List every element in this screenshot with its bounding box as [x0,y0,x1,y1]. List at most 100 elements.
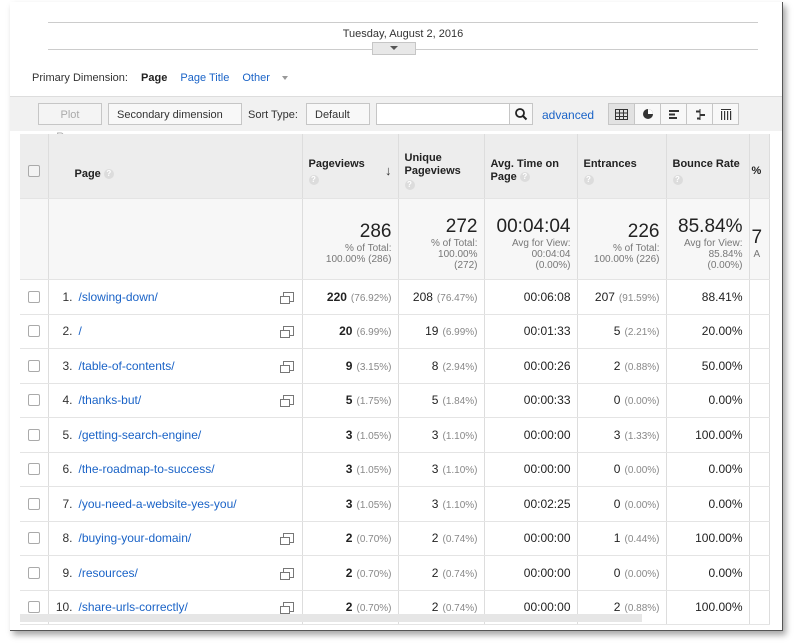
row-number: 7. [62,496,73,511]
column-header-entrances[interactable]: Entrances? [577,134,667,199]
chevron-down-icon [281,76,288,81]
help-icon[interactable]: ? [583,174,594,185]
open-page-icon[interactable] [279,395,294,408]
totals-row: 286 % of Total: 100.00% (286) 272 % of T… [20,198,770,280]
open-page-icon[interactable] [279,567,294,580]
pageviews-value: 220 [326,289,347,304]
total-unique-pageviews: 272 % of Total: 100.00% (272) [398,198,485,280]
entrances-value: 1 [613,531,621,546]
comparison-view-button[interactable] [687,104,713,124]
pageviews-value: 5 [345,393,353,408]
sort-type-dropdown[interactable]: Default [306,103,370,140]
date-expand-toggle[interactable] [372,42,416,55]
unique-pageviews-cell: 5 (1.84%) [398,383,485,418]
entrances-percent: (0.00%) [624,396,660,408]
help-icon[interactable]: ? [103,168,114,179]
term-cloud-view-button[interactable] [713,104,738,124]
pageviews-percent: (0.70%) [356,568,392,580]
row-checkbox[interactable] [27,601,40,614]
secondary-dimension-label: Secondary dimension [117,109,223,121]
page-link[interactable]: /resources/ [79,566,138,580]
bounce-rate-value: 88.41% [701,289,743,304]
open-page-icon[interactable] [279,291,294,304]
plot-rows-button[interactable]: Plot Rows [38,103,102,143]
dimension-option-page-title[interactable]: Page Title [180,72,229,84]
pageviews-cell: 5 (1.75%) [302,383,399,418]
unique-pageviews-cell: 3 (1.10%) [398,452,485,487]
column-header-avg-time-on-page[interactable]: Avg. Time on Page? [484,134,578,199]
row-checkbox[interactable] [27,290,40,303]
page-link[interactable]: /table-of-contents/ [79,359,175,373]
row-checkbox[interactable] [27,428,40,441]
unique-pageviews-value: 5 [431,393,439,408]
select-all-checkbox[interactable] [27,165,40,177]
entrances-percent: (0.00%) [624,499,660,511]
exit-cell [749,486,770,522]
help-icon[interactable]: ? [672,174,683,185]
table-search-input[interactable] [376,103,510,125]
page-link[interactable]: /share-urls-correctly/ [79,600,188,614]
bounce-rate-value: 100.00% [695,531,743,546]
dimension-option-page[interactable]: Page [141,72,167,84]
entrances-value: 0 [613,496,621,511]
help-icon[interactable]: ? [404,179,415,190]
column-header-pageviews[interactable]: Pageviews? ↓ [302,134,399,199]
row-checkbox[interactable] [27,566,40,579]
row-number: 9. [62,565,73,580]
row-checkbox[interactable] [27,463,40,476]
column-label: Pageviews [308,157,365,170]
pageviews-value: 2 [345,565,353,580]
select-all-cell [20,134,49,199]
open-page-icon[interactable] [279,326,294,339]
entrances-percent: (0.88%) [624,603,660,615]
pie-view-button[interactable] [635,104,661,124]
unique-pageviews-percent: (76.47%) [436,292,478,304]
column-header-page[interactable]: Page? [48,134,303,199]
unique-pageviews-cell: 208 (76.47%) [398,279,485,315]
pageviews-value: 3 [345,462,353,477]
page-link[interactable]: /thanks-but/ [79,393,142,407]
page-link[interactable]: /the-roadmap-to-success/ [79,462,215,476]
page-link[interactable]: /getting-search-engine/ [79,428,202,442]
pageviews-percent: (6.99%) [356,327,392,339]
help-icon[interactable]: ? [308,174,319,185]
sort-type-label: Sort Type: [248,109,298,121]
page-link[interactable]: /slowing-down/ [79,290,158,304]
horizontal-scrollbar[interactable] [20,614,642,622]
table-view-button[interactable] [609,104,635,124]
open-page-icon[interactable] [279,360,294,373]
page-link[interactable]: /you-need-a-website-yes-you/ [79,497,237,511]
page-cell: 7. /you-need-a-website-yes-you/ [48,486,303,522]
page-link[interactable]: / [79,324,82,338]
page-cell: 4. /thanks-but/ [48,383,303,418]
column-header-exit[interactable]: % [749,134,770,199]
row-checkbox[interactable] [27,394,40,407]
dimension-option-other[interactable]: Other [242,72,298,84]
page-cell: 2. / [48,314,303,349]
row-checkbox[interactable] [27,497,40,510]
open-page-icon[interactable] [279,533,294,546]
secondary-dimension-dropdown[interactable]: Secondary dimension [108,103,242,140]
pageviews-value: 2 [345,600,353,615]
column-header-unique-pageviews[interactable]: Unique Pageviews? [398,134,485,199]
row-checkbox[interactable] [27,359,40,372]
avg-time-value: 00:00:00 [523,531,571,546]
help-icon[interactable]: ? [519,172,530,183]
entrances-value: 0 [613,393,621,408]
row-checkbox[interactable] [27,532,40,545]
pageviews-cell: 3 (1.05%) [302,486,399,522]
row-checkbox[interactable] [27,325,40,338]
advanced-filter-link[interactable]: advanced [542,108,594,122]
page-link[interactable]: /buying-your-domain/ [79,531,192,545]
search-button[interactable] [509,103,533,125]
table-row: 2./20 (6.99%) 19 (6.99%) 00:01:33 5 (2.21%) 20.… [20,314,770,349]
page-cell: 1. /slowing-down/ [48,279,303,315]
term-cloud-view-icon [720,108,731,120]
table-row: 5./getting-search-engine/3 (1.05%) 3 (1.10%… [20,417,770,453]
performance-view-button[interactable] [661,104,687,124]
other-label: Other [242,72,270,84]
table-row: 1./slowing-down/220 (76.92%) 208 (76.47%) 00… [20,279,770,315]
open-page-icon[interactable] [279,602,294,615]
entrances-value: 5 [613,324,621,339]
column-header-bounce-rate[interactable]: Bounce Rate? [666,134,750,199]
